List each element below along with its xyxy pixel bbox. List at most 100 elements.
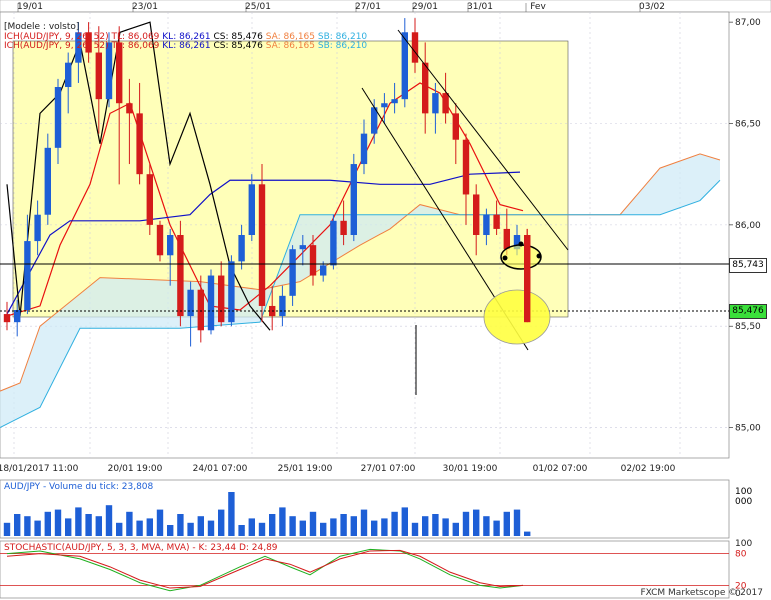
marker-dot xyxy=(502,255,508,261)
volume-bar xyxy=(432,514,439,536)
chart-window: 19/01 23/01 25/01 27/01 29/01 31/01 Fev 03/02 1… xyxy=(0,0,771,600)
top-date-label: 29/01 xyxy=(412,2,438,12)
volume-bar xyxy=(360,509,368,536)
volume-bar xyxy=(340,514,347,536)
volume-bar xyxy=(136,520,143,536)
candle-body xyxy=(411,32,419,63)
volume-bar xyxy=(3,522,11,536)
candle-body xyxy=(116,42,123,104)
volume-bar xyxy=(238,525,245,536)
candle-body xyxy=(503,228,510,250)
candle-body xyxy=(360,133,368,165)
candle-body xyxy=(238,235,245,262)
bottom-date-label: 24/01 07:00 xyxy=(193,464,248,474)
candle-body xyxy=(473,194,480,235)
candle-body xyxy=(330,220,337,266)
price-chart[interactable]: 19/01 23/01 25/01 27/01 29/01 31/01 Fev 03/02 1… xyxy=(0,0,771,600)
volume-bar xyxy=(289,516,296,536)
candle-body xyxy=(493,214,500,229)
candle-body xyxy=(248,184,255,235)
bottom-date-label: 01/02 07:00 xyxy=(533,464,588,474)
candle-body xyxy=(350,164,357,235)
volume-bar xyxy=(24,516,31,536)
price-axis-label: 86,50 xyxy=(735,120,761,130)
candle-body xyxy=(340,220,347,235)
volume-bar xyxy=(197,516,204,536)
volume-bar xyxy=(493,520,500,536)
top-date-label: 25/01 xyxy=(245,2,271,12)
price-axis-label: 87,00 xyxy=(735,18,761,28)
volume-bar xyxy=(309,511,317,536)
volume-bar xyxy=(105,505,113,536)
volume-bar xyxy=(299,520,306,536)
volume-bar xyxy=(462,511,470,536)
volume-bar xyxy=(228,492,235,536)
candle-body xyxy=(299,245,306,250)
candle-body xyxy=(177,235,184,317)
candle-body xyxy=(228,261,235,323)
volume-axis-label: 100 000 xyxy=(735,487,753,507)
volume-bar xyxy=(371,520,378,536)
volume-bar xyxy=(381,518,388,536)
volume-bar xyxy=(34,520,41,536)
chart-model-title: [Modele : volsto] xyxy=(4,22,80,32)
candle-body xyxy=(483,214,490,235)
volume-bar xyxy=(218,509,225,536)
volume-bar xyxy=(452,522,459,536)
candle-body xyxy=(258,184,266,306)
candle-body xyxy=(218,275,225,323)
candle-body xyxy=(422,62,429,114)
candle-body xyxy=(54,87,62,148)
candle-body xyxy=(279,295,286,317)
candle-body xyxy=(391,99,398,104)
candle-body xyxy=(187,289,194,317)
volume-bar xyxy=(513,509,521,536)
volume-title: AUD/JPY - Volume du tick: 23,808 xyxy=(4,482,154,492)
price-label-current: 85,476 xyxy=(729,304,767,319)
candle-body xyxy=(524,235,531,323)
candle-body xyxy=(462,139,470,195)
price-label-level1: 85,743 xyxy=(729,258,767,273)
price-axis-label: 85,00 xyxy=(735,424,761,434)
top-date-label: 31/01 xyxy=(467,2,493,12)
volume-bar xyxy=(411,522,419,536)
candle-body xyxy=(136,113,143,175)
candle-body xyxy=(452,113,459,140)
candle-body xyxy=(432,93,439,114)
price-axis-label: 85,50 xyxy=(735,322,761,332)
volume-bar xyxy=(85,514,92,536)
highlight-circle xyxy=(483,289,551,345)
volume-bar xyxy=(248,518,255,536)
volume-bar xyxy=(167,525,174,536)
bottom-date-label: 25/01 19:00 xyxy=(278,464,333,474)
candle-body xyxy=(197,289,204,331)
volume-bar xyxy=(156,509,164,536)
volume-bar xyxy=(54,509,62,536)
bottom-date-label: 18/01/2017 11:00 xyxy=(0,464,79,474)
bottom-date-label: 20/01 19:00 xyxy=(108,464,163,474)
candle-body xyxy=(24,241,31,311)
volume-bar xyxy=(269,514,276,536)
volume-bar xyxy=(65,518,72,536)
volume-bar xyxy=(258,522,266,536)
top-date-label: 23/01 xyxy=(132,2,158,12)
marker-dot xyxy=(536,253,542,259)
volume-bar xyxy=(442,518,449,536)
candle-body xyxy=(156,224,164,256)
volume-bar xyxy=(503,511,510,536)
top-date-label: 03/02 xyxy=(639,2,665,12)
marker-dot xyxy=(518,241,524,247)
stoch-axis-label: 100 xyxy=(735,539,752,549)
volume-bar xyxy=(126,511,133,536)
top-date-label: 19/01 xyxy=(17,2,43,12)
volume-bar xyxy=(330,518,337,536)
volume-bar xyxy=(320,522,327,536)
candle-body xyxy=(34,214,41,242)
candle-body xyxy=(95,52,102,100)
candle-body xyxy=(381,103,388,108)
candle-body xyxy=(14,310,21,323)
candle-body xyxy=(442,93,449,114)
stoch-axis-label: 80 xyxy=(735,550,747,560)
candle-body xyxy=(3,314,11,323)
volume-bar xyxy=(75,507,82,536)
